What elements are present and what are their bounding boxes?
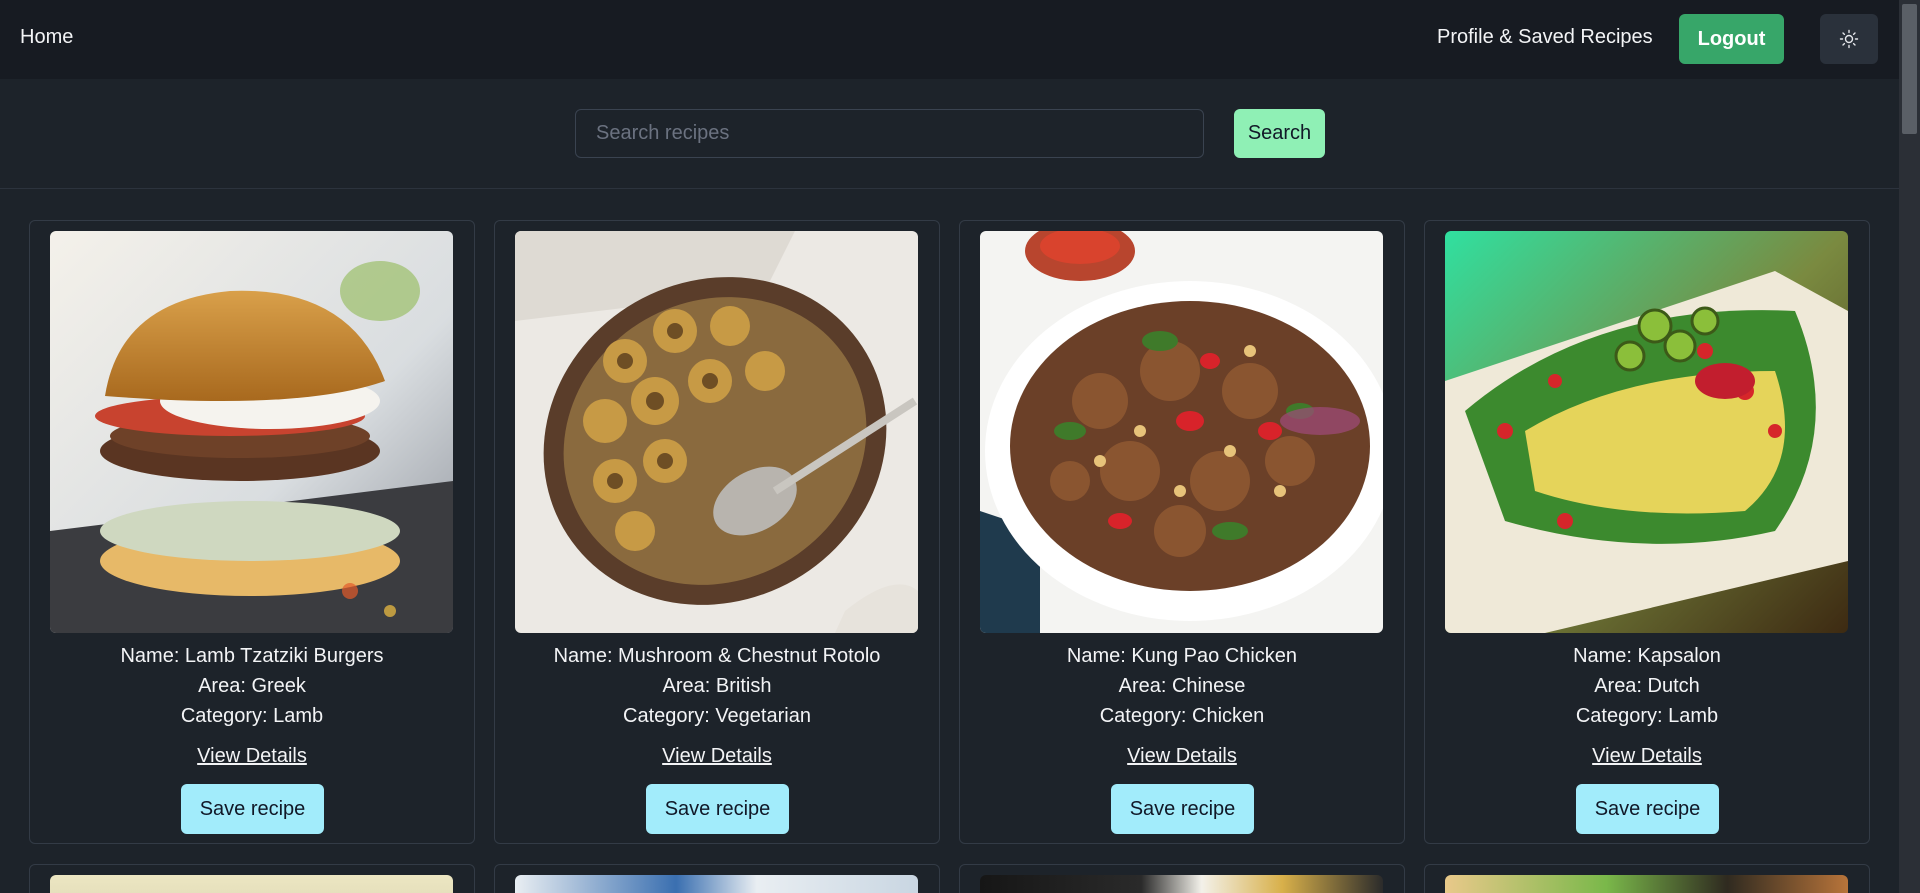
save-recipe-button[interactable]: Save recipe	[181, 784, 324, 834]
recipe-image[interactable]	[980, 231, 1383, 633]
recipe-card-partial	[1424, 864, 1870, 893]
recipe-image[interactable]	[980, 875, 1383, 893]
recipe-category: Category: Lamb	[1575, 705, 1719, 727]
search-bar: Search	[0, 79, 1899, 189]
save-recipe-button[interactable]: Save recipe	[646, 784, 789, 834]
recipe-card: Name: Mushroom & Chestnut Rotolo Area: B…	[494, 220, 940, 844]
scrollbar-thumb[interactable]	[1902, 4, 1917, 134]
recipe-image[interactable]	[1445, 875, 1848, 893]
page-scrollbar[interactable]	[1899, 0, 1920, 893]
search-button[interactable]: Search	[1234, 109, 1325, 158]
recipe-area: Area: Dutch	[1594, 675, 1700, 697]
recipe-name: Name: Kapsalon	[1573, 645, 1721, 667]
home-link[interactable]: Home	[20, 26, 73, 49]
save-recipe-button[interactable]: Save recipe	[1111, 784, 1254, 834]
recipe-name: Name: Lamb Tzatziki Burgers	[120, 645, 384, 667]
view-details-link[interactable]: View Details	[30, 745, 474, 768]
logout-button[interactable]: Logout	[1679, 14, 1784, 64]
recipe-name: Name: Kung Pao Chicken	[1066, 645, 1298, 667]
recipe-category: Category: Vegetarian	[623, 705, 811, 727]
sun-icon	[1839, 29, 1859, 49]
recipe-image[interactable]	[515, 231, 918, 633]
recipe-image[interactable]	[1445, 231, 1848, 633]
recipe-info: Name: Kapsalon Area: Dutch Category: Lam…	[1425, 641, 1869, 731]
top-navbar: Home Profile & Saved Recipes Logout	[0, 0, 1899, 79]
theme-toggle-button[interactable]	[1820, 14, 1878, 64]
recipe-name: Name: Mushroom & Chestnut Rotolo	[553, 645, 881, 667]
recipe-info: Name: Mushroom & Chestnut Rotolo Area: B…	[495, 641, 939, 731]
recipe-card-partial	[29, 864, 475, 893]
recipe-category: Category: Chicken	[1099, 705, 1265, 727]
profile-saved-recipes-link[interactable]: Profile & Saved Recipes	[1437, 26, 1653, 49]
recipe-category: Category: Lamb	[180, 705, 324, 727]
view-details-link[interactable]: View Details	[960, 745, 1404, 768]
recipe-image[interactable]	[50, 875, 453, 893]
recipe-card-partial	[494, 864, 940, 893]
recipes-page: Home Profile & Saved Recipes Logout Sear…	[0, 0, 1920, 893]
view-details-link[interactable]: View Details	[1425, 745, 1869, 768]
recipe-area: Area: Greek	[198, 675, 306, 697]
recipe-card-partial	[959, 864, 1405, 893]
view-details-link[interactable]: View Details	[495, 745, 939, 768]
recipe-card: Name: Lamb Tzatziki Burgers Area: Greek …	[29, 220, 475, 844]
save-recipe-button[interactable]: Save recipe	[1576, 784, 1719, 834]
recipe-card: Name: Kung Pao Chicken Area: Chinese Cat…	[959, 220, 1405, 844]
recipe-area: Area: Chinese	[1118, 675, 1246, 697]
recipe-image[interactable]	[515, 875, 918, 893]
recipe-area: Area: British	[662, 675, 772, 697]
recipe-info: Name: Kung Pao Chicken Area: Chinese Cat…	[960, 641, 1404, 731]
recipe-image[interactable]	[50, 231, 453, 633]
search-input[interactable]	[575, 109, 1204, 158]
recipe-info: Name: Lamb Tzatziki Burgers Area: Greek …	[30, 641, 474, 731]
recipe-card: Name: Kapsalon Area: Dutch Category: Lam…	[1424, 220, 1870, 844]
